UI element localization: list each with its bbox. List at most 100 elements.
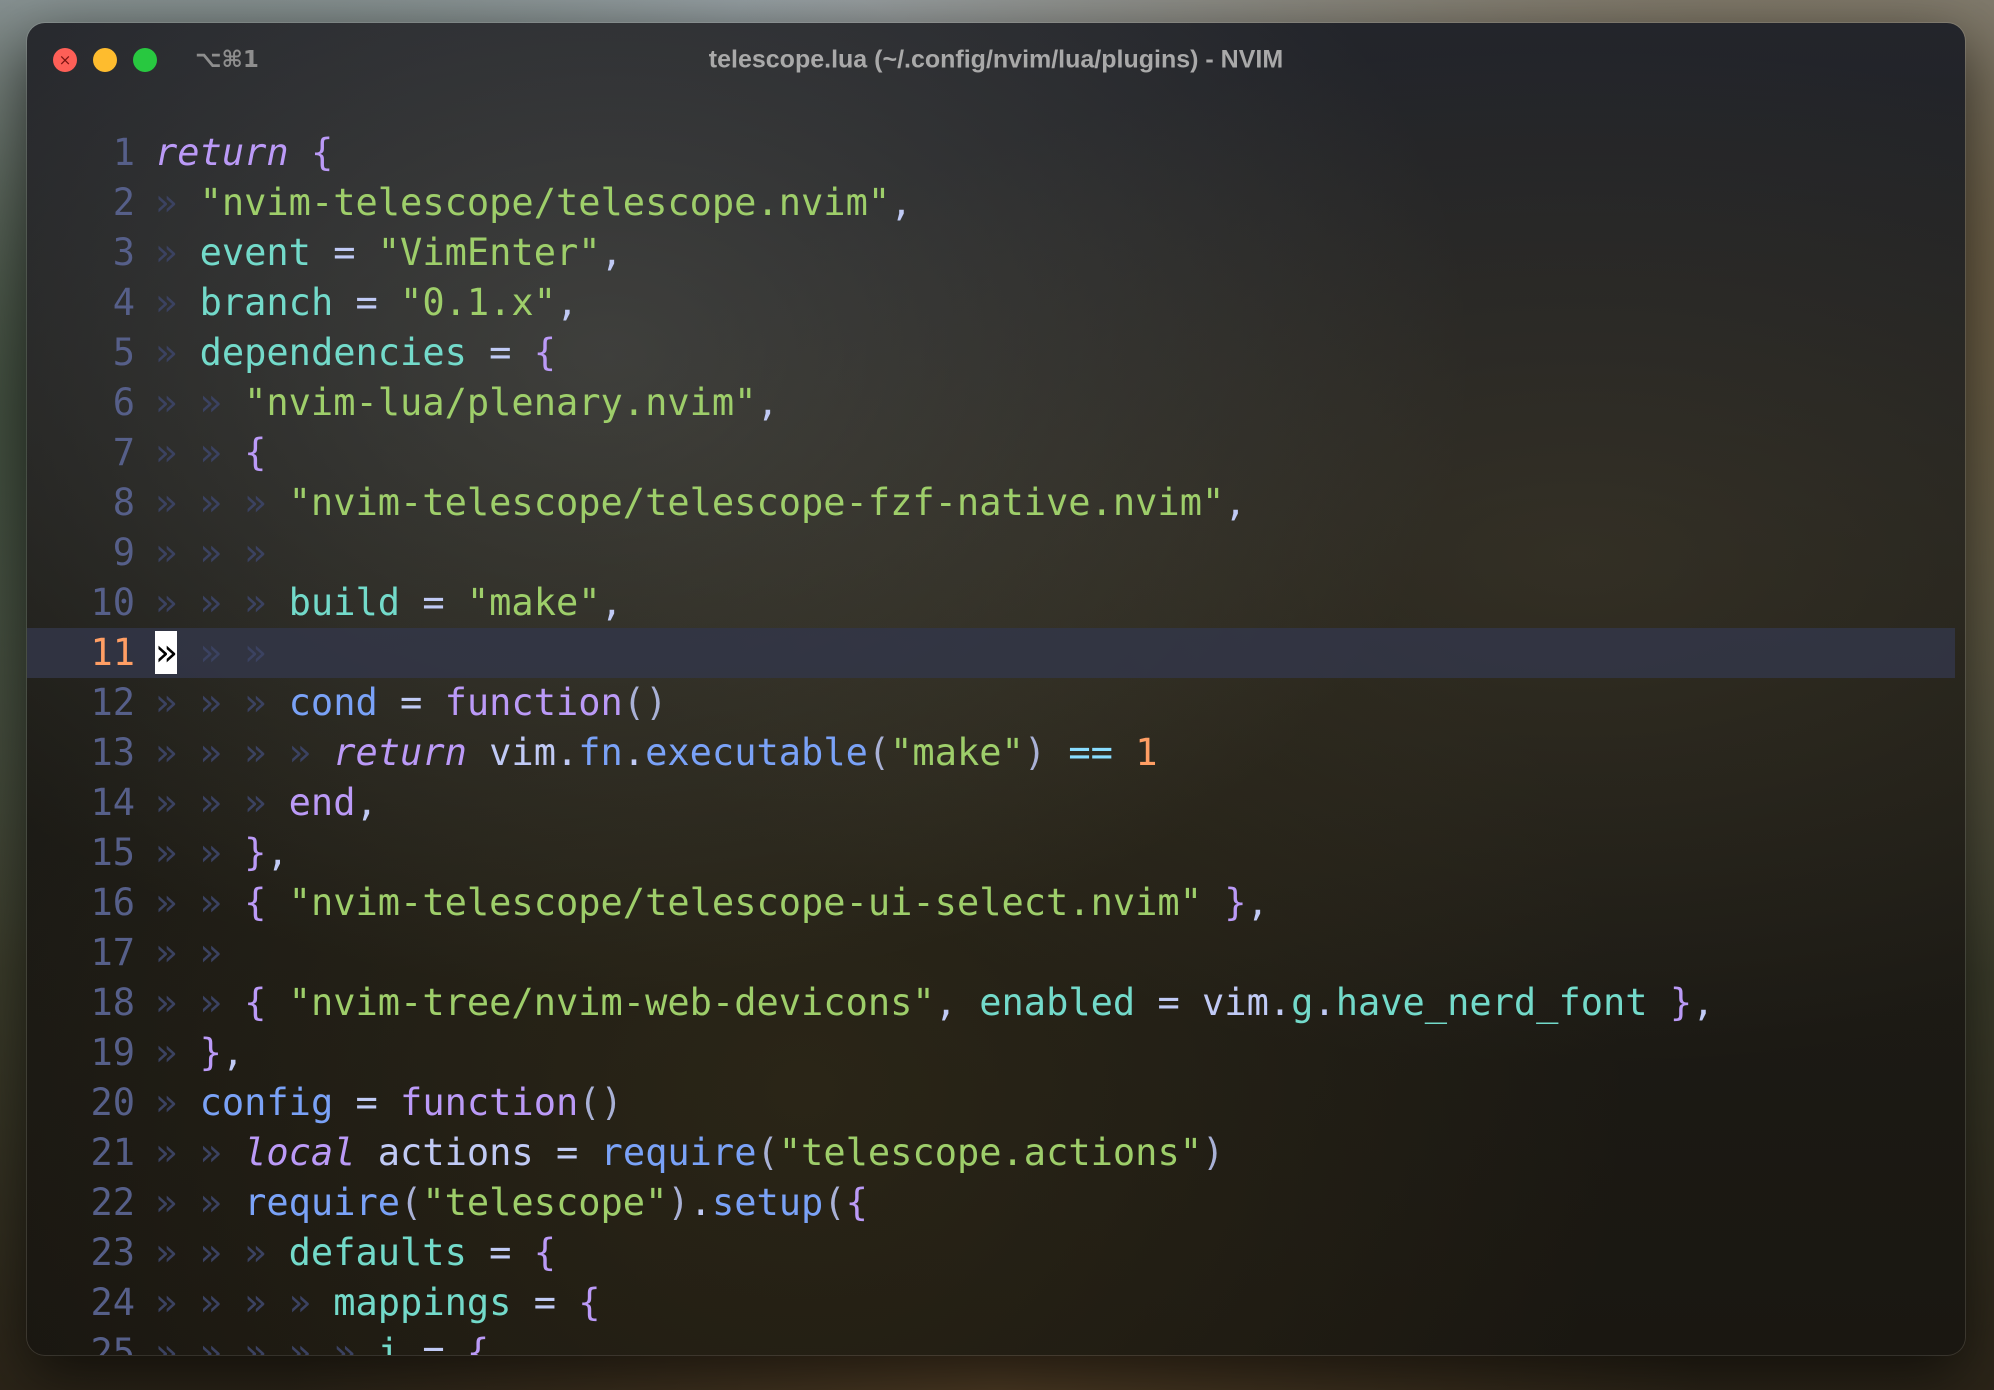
code-text[interactable]: » » » cond = function() xyxy=(155,678,667,728)
code-line[interactable]: 16 » » { "nvim-telescope/telescope-ui-sel… xyxy=(27,878,1965,928)
code-line[interactable]: 10 » » » build = "make", xyxy=(27,578,1965,628)
code-token: » » xyxy=(155,831,245,874)
code-text[interactable]: » config = function() xyxy=(155,1078,623,1128)
code-token: "nvim-tree/nvim-web-devicons" xyxy=(288,981,935,1024)
code-text[interactable]: » » xyxy=(155,928,222,978)
code-token: { xyxy=(845,1181,868,1224)
code-token: require xyxy=(244,1181,401,1224)
code-text[interactable]: » » local actions = require("telescope.a… xyxy=(155,1128,1224,1178)
title-bar[interactable]: × ⌥⌘1 telescope.lua (~/.config/nvim/lua/… xyxy=(27,23,1965,97)
code-token: dependencies xyxy=(199,331,467,374)
code-text[interactable]: » » require("telescope").setup({ xyxy=(155,1178,868,1228)
code-line[interactable]: 5 » dependencies = { xyxy=(27,328,1965,378)
code-line[interactable]: 15 » » }, xyxy=(27,828,1965,878)
code-line[interactable]: 24 » » » » mappings = { xyxy=(27,1278,1965,1328)
code-token: , xyxy=(1246,881,1269,924)
code-token: » » xyxy=(155,381,245,424)
code-token: "telescope" xyxy=(422,1181,668,1224)
code-token: { xyxy=(244,981,267,1024)
code-line[interactable]: 19 » }, xyxy=(27,1028,1965,1078)
code-line[interactable]: 6 » » "nvim-lua/plenary.nvim", xyxy=(27,378,1965,428)
code-line[interactable]: 4 » branch = "0.1.x", xyxy=(27,278,1965,328)
code-token: ( xyxy=(823,1181,846,1224)
code-text[interactable]: » » » defaults = { xyxy=(155,1228,556,1278)
code-token: == xyxy=(1068,731,1113,774)
code-line[interactable]: 23 » » » defaults = { xyxy=(27,1228,1965,1278)
code-line[interactable]: 7 » » { xyxy=(27,428,1965,478)
code-line[interactable]: 22» » require("telescope").setup({ xyxy=(27,1178,1965,1228)
code-text[interactable]: » » » end, xyxy=(155,778,378,828)
code-token: = xyxy=(333,281,401,324)
code-line[interactable]: 14 » » » end, xyxy=(27,778,1965,828)
code-token: require xyxy=(600,1131,757,1174)
code-line[interactable]: 25 » » » » » i = { xyxy=(27,1328,1965,1355)
code-token: end xyxy=(288,781,356,824)
text-cursor: » xyxy=(155,631,178,674)
code-text[interactable]: » dependencies = { xyxy=(155,328,556,378)
code-text[interactable]: » » }, xyxy=(155,828,289,878)
code-token: , xyxy=(934,981,980,1024)
line-number: 15 xyxy=(90,831,135,874)
code-token: » » xyxy=(155,1131,245,1174)
code-token: vim xyxy=(489,731,556,774)
line-number: 7 xyxy=(112,431,135,474)
code-text[interactable]: » }, xyxy=(155,1028,244,1078)
code-token: } xyxy=(244,831,267,874)
code-text[interactable]: » » » » return vim.fn.executable("make")… xyxy=(155,728,1158,778)
code-text[interactable]: » » » » mappings = { xyxy=(155,1278,601,1328)
code-token: » » » » xyxy=(155,1281,334,1324)
code-line[interactable]: 13» » » » return vim.fn.executable("make… xyxy=(27,728,1965,778)
code-token: . xyxy=(689,1181,712,1224)
line-number: 18 xyxy=(90,981,135,1024)
code-text[interactable]: » » » » » i = { xyxy=(155,1328,489,1355)
code-text[interactable]: » » { "nvim-telescope/telescope-ui-selec… xyxy=(155,878,1269,928)
code-text[interactable]: » branch = "0.1.x", xyxy=(155,278,578,328)
code-token: } xyxy=(1224,881,1247,924)
code-line[interactable]: 8 » » » "nvim-telescope/telescope-fzf-nat… xyxy=(27,478,1965,528)
code-line[interactable]: 2 » "nvim-telescope/telescope.nvim", xyxy=(27,178,1965,228)
code-text[interactable]: » "nvim-telescope/telescope.nvim", xyxy=(155,178,912,228)
code-text[interactable]: return { xyxy=(155,128,333,178)
code-text[interactable]: » » "nvim-lua/plenary.nvim", xyxy=(155,378,779,428)
code-line[interactable]: 12 » » » cond = function() xyxy=(27,678,1965,728)
code-text[interactable]: » » » "nvim-telescope/telescope-fzf-nati… xyxy=(155,478,1247,528)
code-editor[interactable]: 1 return {2» "nvim-telescope/telescope.nv… xyxy=(27,128,1965,1355)
code-token: , xyxy=(600,231,623,274)
code-token: = xyxy=(377,681,445,724)
code-token: executable xyxy=(645,731,868,774)
line-number: 23 xyxy=(90,1231,135,1274)
code-token: , xyxy=(1692,981,1715,1024)
code-text[interactable]: » » » xyxy=(155,528,266,578)
code-token: return xyxy=(155,131,289,174)
code-line[interactable]: 3 » event = "VimEnter", xyxy=(27,228,1965,278)
code-text[interactable]: » » { "nvim-tree/nvim-web-devicons", ena… xyxy=(155,978,1714,1028)
code-token: » xyxy=(155,281,200,324)
code-token: , xyxy=(600,581,623,624)
code-token: » » » » xyxy=(155,731,334,774)
code-token: i xyxy=(377,1331,401,1355)
code-token: . xyxy=(1313,981,1336,1024)
code-token: { xyxy=(244,431,267,474)
code-line[interactable]: 21 » » local actions = require("telescope… xyxy=(27,1128,1965,1178)
code-text[interactable]: » » { xyxy=(155,428,266,478)
code-text[interactable]: » event = "VimEnter", xyxy=(155,228,623,278)
code-line[interactable]: 20 » config = function() xyxy=(27,1078,1965,1128)
code-token: ) xyxy=(667,1181,690,1224)
code-token: » » » xyxy=(155,531,267,574)
code-token: "nvim-telescope/telescope-fzf-native.nvi… xyxy=(288,481,1225,524)
code-line[interactable]: 17 » » xyxy=(27,928,1965,978)
code-token: = xyxy=(511,1281,579,1324)
code-token: = xyxy=(466,1231,534,1274)
code-token: cond xyxy=(288,681,378,724)
code-token: enabled xyxy=(979,981,1136,1024)
code-line[interactable]: 1 return { xyxy=(27,128,1965,178)
code-line[interactable]: 18 » » { "nvim-tree/nvim-web-devicons", e… xyxy=(27,978,1965,1028)
code-text[interactable]: » » » build = "make", xyxy=(155,578,623,628)
code-line[interactable]: 9 » » » xyxy=(27,528,1965,578)
code-line[interactable]: 11 » » » xyxy=(27,628,1955,678)
code-text[interactable]: » » » xyxy=(155,628,266,678)
